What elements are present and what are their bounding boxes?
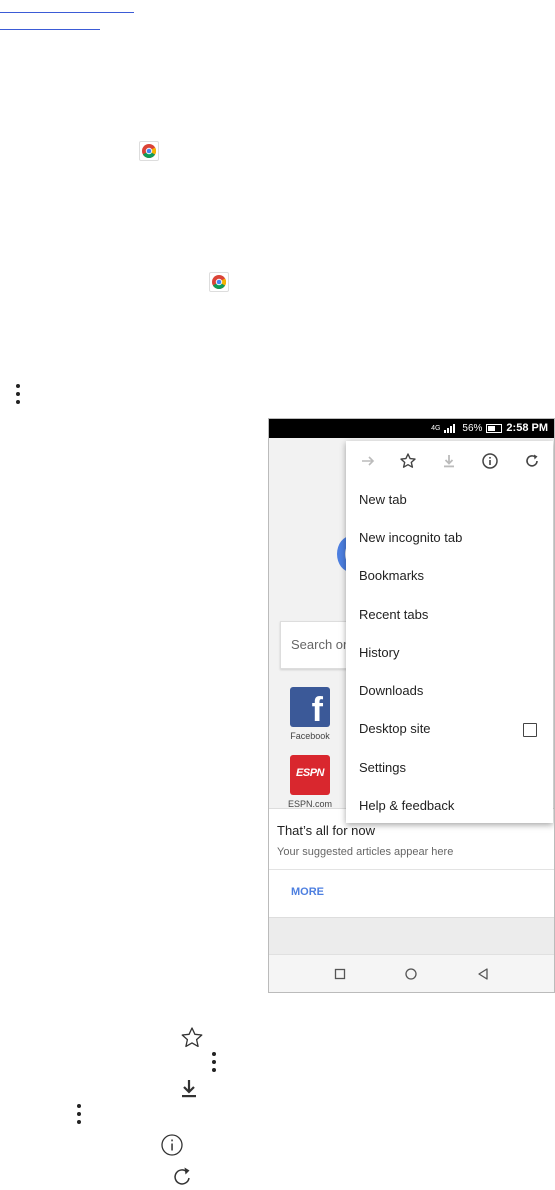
star-icon — [181, 1027, 203, 1048]
menu-item-bookmarks[interactable]: Bookmarks — [359, 568, 424, 583]
battery-icon — [486, 423, 503, 433]
more-vert-icon — [15, 384, 21, 408]
download-icon[interactable] — [439, 451, 459, 471]
tile-facebook[interactable]: f Facebook — [280, 687, 340, 741]
home-icon[interactable] — [404, 967, 418, 981]
desktop-site-checkbox[interactable] — [523, 723, 537, 737]
menu-icon-row — [346, 441, 553, 481]
info-icon[interactable] — [480, 451, 500, 471]
hyperlink-underline[interactable] — [0, 29, 100, 30]
clock: 2:58 PM — [506, 422, 548, 434]
bookmark-star-icon[interactable] — [398, 451, 418, 471]
reload-icon[interactable] — [522, 451, 542, 471]
forward-icon[interactable] — [358, 451, 378, 471]
search-placeholder: Search or — [291, 637, 348, 652]
facebook-logo: f — [290, 687, 330, 727]
battery-percent: 56% — [462, 422, 483, 434]
status-bar: 4G 56% 2:58 PM — [269, 419, 554, 438]
menu-item-downloads[interactable]: Downloads — [359, 683, 423, 698]
articles-subtitle: Your suggested articles appear here — [277, 846, 454, 858]
recents-icon[interactable] — [333, 967, 347, 981]
menu-item-new-incognito-tab[interactable]: New incognito tab — [359, 530, 462, 545]
tile-label: Facebook — [290, 731, 330, 741]
info-icon — [161, 1134, 183, 1156]
network-indicator: 4G — [431, 424, 441, 432]
menu-item-new-tab[interactable]: New tab — [359, 492, 407, 507]
signal-icon — [444, 423, 458, 433]
articles-title: That’s all for now — [277, 823, 376, 838]
menu-item-history[interactable]: History — [359, 645, 399, 660]
back-icon[interactable] — [476, 967, 490, 981]
phone-screenshot: 4G 56% 2:58 PM Search or f Facebook ESPN… — [268, 418, 555, 993]
menu-item-recent-tabs[interactable]: Recent tabs — [359, 607, 428, 622]
android-nav-bar — [269, 954, 554, 992]
download-icon — [182, 1080, 196, 1098]
more-button[interactable]: MORE — [291, 886, 324, 898]
menu-item-help-feedback[interactable]: Help & feedback — [359, 798, 454, 813]
menu-item-desktop-site[interactable]: Desktop site — [359, 721, 431, 736]
suggested-articles-card: That’s all for now Your suggested articl… — [269, 808, 554, 918]
espn-logo: ESPN — [290, 755, 330, 795]
hyperlink-underline[interactable] — [0, 12, 134, 13]
menu-item-settings[interactable]: Settings — [359, 760, 406, 775]
overflow-menu: New tab New incognito tab Bookmarks Rece… — [346, 441, 553, 823]
reload-icon — [174, 1167, 190, 1185]
chrome-icon — [139, 141, 159, 161]
more-vert-icon — [76, 1104, 82, 1128]
more-vert-icon — [211, 1052, 217, 1076]
tile-espn[interactable]: ESPN ESPN.com — [280, 755, 340, 809]
chrome-icon — [209, 272, 229, 292]
divider — [269, 869, 554, 870]
